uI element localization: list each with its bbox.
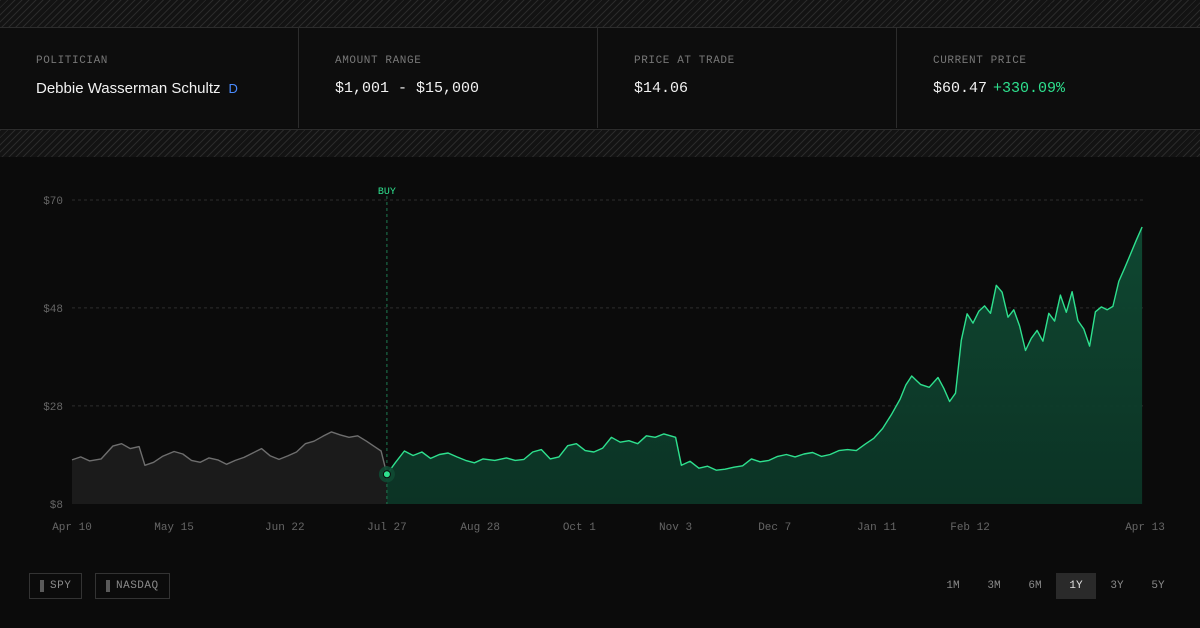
y-tick-label: $70 — [43, 196, 63, 208]
politician-label: POLITICIAN — [36, 55, 109, 67]
price-at-trade-value: $14.06 — [634, 80, 689, 97]
price-at-trade-label: PRICE AT TRADE — [634, 55, 735, 67]
amount-range-label: AMOUNT RANGE — [335, 55, 422, 67]
pre-buy-area — [72, 431, 387, 504]
decorative-hatch-divider — [0, 129, 1200, 158]
benchmark-spy-toggle[interactable]: SPY — [29, 573, 83, 599]
benchmark-spy-label: SPY — [50, 580, 72, 592]
range-3y-button[interactable]: 3Y — [1097, 573, 1137, 599]
x-tick-label: Feb 12 — [950, 522, 990, 534]
y-tick-label: $48 — [43, 304, 63, 316]
x-tick-label: Apr 10 — [52, 522, 92, 534]
buy-label: BUY — [378, 187, 396, 198]
x-tick-label: Oct 1 — [563, 522, 596, 534]
amount-range-stat: AMOUNT RANGE $1,001 - $15,000 — [299, 28, 598, 128]
x-tick-label: Jun 22 — [265, 522, 305, 534]
nasdaq-swatch — [106, 580, 110, 592]
price-at-trade-stat: PRICE AT TRADE $14.06 — [598, 28, 897, 128]
chart-panel: BUY $8 $28 $48 $70 Apr 10 May 15 Jun 22 Jul 27 A… — [0, 157, 1200, 628]
range-1m-button[interactable]: 1M — [933, 573, 973, 599]
x-tick-label: Jul 27 — [367, 522, 407, 534]
x-tick-label: Apr 13 — [1125, 522, 1165, 534]
time-range-selector: 1M 3M 6M 1Y 3Y 5Y — [932, 573, 1178, 599]
x-tick-label: Nov 3 — [659, 522, 692, 534]
current-price-stat: CURRENT PRICE $60.47 +330.09% — [897, 28, 1196, 128]
buy-point[interactable] — [382, 470, 391, 479]
current-price-label: CURRENT PRICE — [933, 55, 1027, 67]
x-tick-label: Dec 7 — [758, 522, 791, 534]
benchmark-nasdaq-toggle[interactable]: NASDAQ — [95, 573, 170, 599]
range-6m-button[interactable]: 6M — [1015, 573, 1055, 599]
trade-stats-bar: POLITICIAN Debbie Wasserman Schultz D AMO… — [0, 28, 1200, 128]
decorative-hatch-top — [0, 0, 1200, 28]
benchmark-nasdaq-label: NASDAQ — [116, 580, 159, 592]
x-tick-label: May 15 — [154, 522, 194, 534]
spy-swatch — [40, 580, 44, 592]
x-tick-label: Jan 11 — [857, 522, 897, 534]
politician-name[interactable]: Debbie Wasserman Schultz — [36, 80, 221, 97]
y-tick-label: $8 — [50, 500, 63, 512]
price-chart[interactable]: BUY $8 $28 $48 $70 Apr 10 May 15 Jun 22 Jul 27 A… — [0, 157, 1200, 557]
x-tick-label: Aug 28 — [460, 522, 500, 534]
amount-range-value: $1,001 - $15,000 — [335, 80, 480, 97]
y-tick-label: $28 — [43, 402, 63, 414]
current-price-value: $60.47 — [933, 80, 988, 97]
range-3m-button[interactable]: 3M — [974, 573, 1014, 599]
range-5y-button[interactable]: 5Y — [1138, 573, 1178, 599]
post-buy-area — [386, 227, 1143, 504]
party-badge: D — [228, 81, 238, 96]
politician-stat: POLITICIAN Debbie Wasserman Schultz D — [0, 28, 299, 128]
politician-value-row: Debbie Wasserman Schultz D — [36, 80, 298, 97]
current-price-value-row: $60.47 +330.09% — [933, 80, 1196, 97]
price-change-percent: +330.09% — [993, 80, 1066, 97]
range-1y-button[interactable]: 1Y — [1056, 573, 1096, 599]
